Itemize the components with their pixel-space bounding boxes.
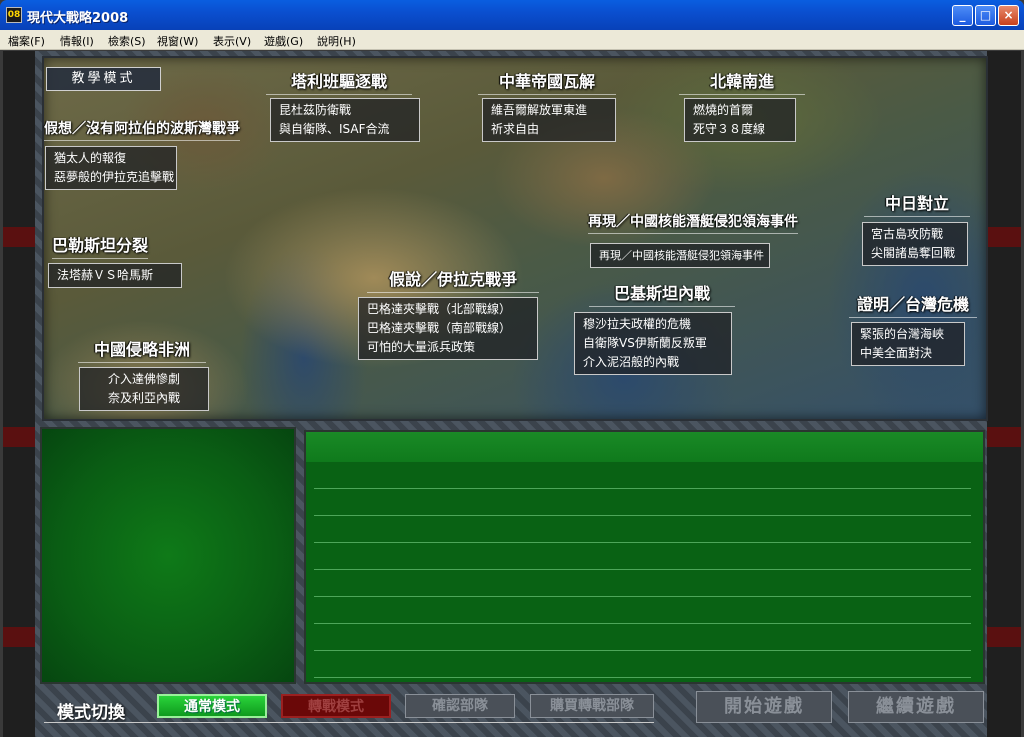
menu-search[interactable]: 檢索(S) — [108, 33, 146, 49]
scenario-title-palestine: 巴勒斯坦分裂 — [52, 232, 149, 259]
mode-switch-label: 模式切換 — [57, 703, 125, 723]
scenario-box-japan[interactable]: 宮古島攻防戰 尖閣諸島奪回戰 — [862, 222, 968, 266]
menu-window[interactable]: 視窗(W) — [157, 33, 198, 49]
scenario-item[interactable]: 自衛隊VS伊斯蘭反叛軍 — [583, 334, 723, 353]
divider — [44, 722, 654, 723]
minimize-button[interactable]: _ — [952, 5, 973, 26]
scenario-box-africa[interactable]: 介入達佛慘劇 奈及利亞內戰 — [79, 367, 209, 411]
window-title: 現代大戰略2008 — [27, 11, 129, 26]
scenario-box-taliban[interactable]: 昆杜茲防衛戰 與自衛隊、ISAF合流 — [270, 98, 420, 142]
scenario-box-china[interactable]: 維吾爾解放軍東進 祈求自由 — [482, 98, 616, 142]
scenario-item[interactable]: 穆沙拉夫政權的危機 — [583, 315, 723, 334]
scenario-title-gulf: 假想／沒有阿拉伯的波斯灣戰爭 — [44, 118, 240, 141]
buy-units-button[interactable]: 購買轉戰部隊 — [530, 694, 654, 718]
scenario-item[interactable]: 尖閣諸島奪回戰 — [871, 244, 959, 263]
scenario-box-gulf[interactable]: 猶太人的報復 惡夢般的伊拉克追擊戰 — [45, 146, 177, 190]
menu-bar: 檔案(F) 情報(I) 檢索(S) 視窗(W) 表示(V) 遊戲(G) 說明(H… — [0, 30, 1024, 50]
scenario-title-china: 中華帝國瓦解 — [478, 68, 616, 95]
confirm-units-button[interactable]: 確認部隊 — [405, 694, 515, 718]
campaign-mode-button[interactable]: 轉戰模式 — [281, 694, 391, 718]
scenario-title-submarine: 再現／中國核能潛艇侵犯領海事件 — [588, 211, 798, 234]
scenario-title-korea: 北韓南進 — [679, 68, 805, 95]
scenario-item[interactable]: 猶太人的報復 — [54, 149, 168, 168]
divider — [314, 542, 971, 543]
scenario-item[interactable]: 祈求自由 — [491, 120, 607, 139]
right-decoration — [987, 51, 1021, 737]
scenario-item[interactable]: 惡夢般的伊拉克追擊戰 — [54, 168, 174, 187]
left-decoration — [3, 51, 35, 737]
title-bar[interactable]: 08 現代大戰略2008 _ □ × — [0, 0, 1024, 30]
scenario-item[interactable]: 死守３８度線 — [693, 120, 787, 139]
menu-view[interactable]: 表示(V) — [213, 33, 251, 49]
scenario-item[interactable]: 燃燒的首爾 — [693, 101, 787, 120]
scenario-box-submarine[interactable]: 再現／中國核能潛艇侵犯領海事件 — [590, 243, 770, 268]
scenario-item[interactable]: 奈及利亞內戰 — [88, 389, 200, 408]
scenario-box-korea[interactable]: 燃燒的首爾 死守３８度線 — [684, 98, 796, 142]
scenario-item[interactable]: 巴格達夾擊戰（北部戰線） — [367, 300, 529, 319]
scenario-box-taiwan[interactable]: 緊張的台灣海峽 中美全面對決 — [851, 322, 965, 366]
panel-header — [306, 432, 983, 462]
scenario-box-pakistan[interactable]: 穆沙拉夫政權的危機 自衛隊VS伊斯蘭反叛軍 介入泥沼般的內戰 — [574, 312, 732, 375]
menu-help[interactable]: 說明(H) — [317, 33, 356, 49]
continue-game-button[interactable]: 繼續遊戲 — [848, 691, 984, 723]
scenario-item[interactable]: 維吾爾解放軍東進 — [491, 101, 607, 120]
divider — [314, 623, 971, 624]
close-button[interactable]: × — [998, 5, 1019, 26]
divider — [314, 677, 971, 678]
scenario-item[interactable]: 中美全面對決 — [860, 344, 956, 363]
scenario-title-africa: 中國侵略非洲 — [78, 336, 206, 363]
scenario-title-taiwan: 證明／台灣危機 — [849, 291, 977, 318]
scenario-item[interactable]: 法塔赫ＶＳ哈馬斯 — [57, 266, 173, 285]
app-icon: 08 — [6, 7, 22, 23]
menu-info[interactable]: 情報(I) — [60, 33, 94, 49]
divider — [314, 596, 971, 597]
scenario-item[interactable]: 昆杜茲防衛戰 — [279, 101, 411, 120]
scenario-title-japan: 中日對立 — [864, 190, 970, 217]
info-panel-left — [40, 427, 296, 684]
divider — [314, 515, 971, 516]
scenario-title-pakistan: 巴基斯坦內戰 — [589, 280, 735, 307]
scenario-item[interactable]: 再現／中國核能潛艇侵犯領海事件 — [599, 246, 764, 265]
scenario-item[interactable]: 可怕的大量派兵政策 — [367, 338, 529, 357]
divider — [314, 488, 971, 489]
menu-file[interactable]: 檔案(F) — [8, 33, 45, 49]
scenario-item[interactable]: 緊張的台灣海峽 — [860, 325, 956, 344]
scenario-item[interactable]: 巴格達夾擊戰（南部戰線） — [367, 319, 529, 338]
scenario-item[interactable]: 宮古島攻防戰 — [871, 225, 959, 244]
scenario-detail-panel — [304, 430, 985, 684]
divider — [314, 569, 971, 570]
tutorial-mode-button[interactable]: 教學模式 — [46, 67, 161, 91]
scenario-box-iraq[interactable]: 巴格達夾擊戰（北部戰線） 巴格達夾擊戰（南部戰線） 可怕的大量派兵政策 — [358, 297, 538, 360]
scenario-box-palestine[interactable]: 法塔赫ＶＳ哈馬斯 — [48, 263, 182, 288]
scenario-title-taliban: 塔利班驅逐戰 — [266, 68, 412, 95]
normal-mode-button[interactable]: 通常模式 — [157, 694, 267, 718]
scenario-item[interactable]: 介入達佛慘劇 — [88, 370, 200, 389]
menu-game[interactable]: 遊戲(G) — [264, 33, 303, 49]
maximize-button[interactable]: □ — [975, 5, 996, 26]
start-game-button[interactable]: 開始遊戲 — [696, 691, 832, 723]
scenario-item[interactable]: 與自衛隊、ISAF合流 — [279, 120, 411, 139]
scenario-item[interactable]: 介入泥沼般的內戰 — [583, 353, 723, 372]
divider — [314, 650, 971, 651]
scenario-title-iraq: 假說／伊拉克戰爭 — [367, 266, 539, 293]
